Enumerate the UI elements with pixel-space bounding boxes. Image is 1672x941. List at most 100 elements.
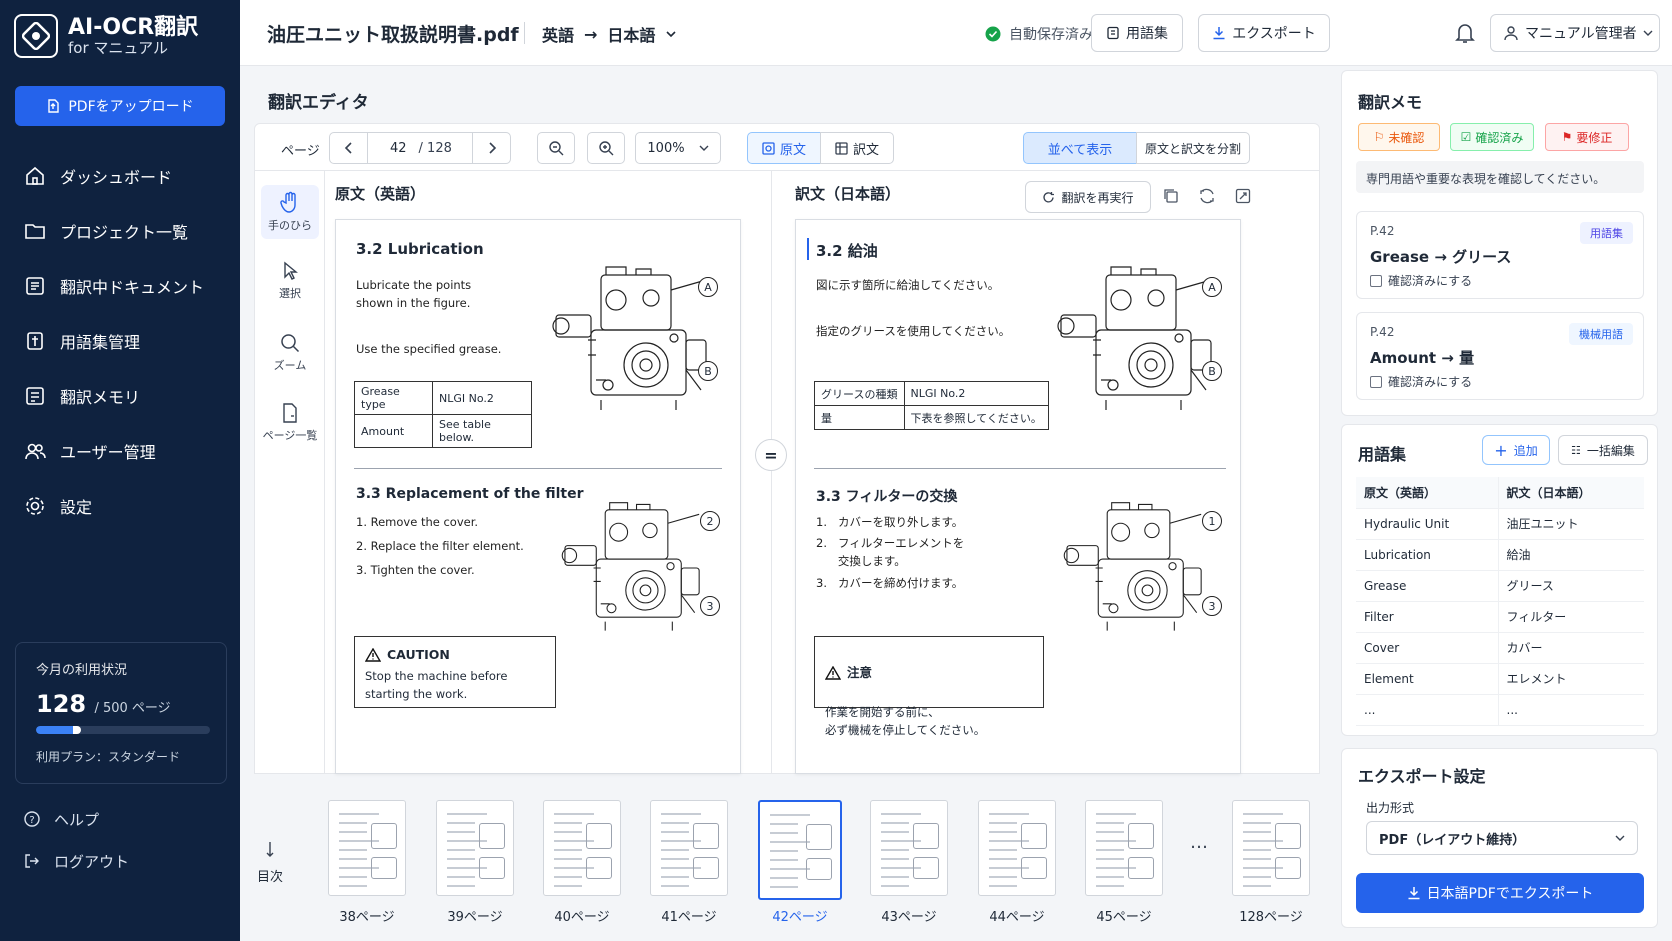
sidebar-item-memory[interactable]: 翻訳メモリ: [0, 368, 240, 423]
zoom-select[interactable]: 100%: [635, 132, 721, 164]
user-menu[interactable]: マニュアル管理者: [1490, 14, 1660, 52]
target-caution-box[interactable]: 注意 作業を開始する前に、 必ず機械を停止してください。: [814, 636, 1044, 737]
page-navigator: 42 / 128: [329, 132, 511, 164]
sidebar-item-documents[interactable]: 翻訳中ドキュメント: [0, 258, 240, 313]
callout-label: B: [1202, 361, 1222, 381]
filter-diagram: [1058, 488, 1228, 648]
table-row[interactable]: Lubrication 給油: [1356, 539, 1644, 571]
split-view-button[interactable]: 原文と訳文を分割: [1136, 132, 1250, 164]
editor-toolbar: ページ 42 / 128 100% 原文 訳文 並べて表示 原文と訳文を分割: [254, 123, 1320, 171]
target-page[interactable]: 3.2 給油 図に示す箇所に給油してください。 指定のグリースを使用してください…: [795, 219, 1241, 774]
thumbnail-page[interactable]: 43ページ: [870, 800, 948, 925]
target-paragraph[interactable]: 図に示す箇所に給油してください。: [816, 276, 999, 294]
target-step[interactable]: 3. カバーを締め付けます。: [816, 574, 963, 592]
usage-progress-fill: [36, 726, 81, 734]
hand-tool[interactable]: 手のひら: [261, 185, 319, 239]
view-target-toggle[interactable]: 訳文: [820, 132, 894, 164]
top-header: 油圧ユニット取扱説明書.pdf 英語 → 日本語 自動保存済み 10:24 用語…: [240, 0, 1672, 66]
toc-icon: [266, 840, 274, 860]
glossary-button[interactable]: 用語集: [1091, 14, 1183, 52]
sidebar-item-projects[interactable]: プロジェクト一覧: [0, 203, 240, 258]
export-title: エクスポート設定: [1358, 767, 1486, 786]
upload-icon: [46, 99, 60, 113]
thumbnail-page[interactable]: 39ページ: [436, 800, 514, 925]
thumbnail-page[interactable]: 38ページ: [328, 800, 406, 925]
export-japanese-pdf-button[interactable]: 日本語PDFでエクスポート: [1356, 873, 1644, 913]
table-row[interactable]: Filter フィルター: [1356, 601, 1644, 633]
thumbnail-image: [543, 800, 621, 896]
logout-link[interactable]: ログアウト: [0, 846, 240, 876]
sidebar-item-dashboard[interactable]: ダッシュボード: [0, 148, 240, 203]
retranslate-button[interactable]: 翻訳を再実行: [1025, 181, 1151, 213]
table-row[interactable]: Hydraulic Unit 油圧ユニット: [1356, 508, 1644, 540]
table-row[interactable]: Grease グリース: [1356, 570, 1644, 602]
zoom-in-button[interactable]: [587, 132, 625, 164]
thumbnail-page[interactable]: 44ページ: [978, 800, 1056, 925]
usage-limit: / 500 ページ: [94, 701, 171, 716]
callout-label: B: [698, 361, 718, 381]
source-paragraph: Use the specified grease.: [356, 342, 502, 356]
target-paragraph[interactable]: 指定のグリースを使用してください。: [816, 322, 1010, 340]
table-row[interactable]: Element エレメント: [1356, 663, 1644, 695]
sidebar-item-glossary[interactable]: 用語集管理: [0, 313, 240, 368]
prev-page-button[interactable]: [330, 133, 368, 163]
sync-scroll-button[interactable]: =: [755, 439, 787, 471]
view-source-toggle[interactable]: 原文: [747, 132, 821, 164]
format-select[interactable]: PDF（レイアウト維持）: [1366, 821, 1638, 855]
translation-memo-panel: 翻訳メモ ⚐ 未確認 ☑ 確認済み ⚑ 要修正 専門用語や重要な表現を確認してください…: [1341, 70, 1658, 416]
sidebar-item-users[interactable]: ユーザー管理: [0, 423, 240, 478]
thumbnail-page[interactable]: 40ページ: [543, 800, 621, 925]
thumbnail-page-active[interactable]: 42ページ: [758, 800, 842, 925]
warning-icon: [825, 665, 841, 680]
bell-icon[interactable]: [1455, 22, 1475, 44]
table-row[interactable]: Cover カバー: [1356, 632, 1644, 664]
target-step[interactable]: 1. カバーを取り外します。: [816, 513, 963, 531]
side-by-side-button[interactable]: 並べて表示: [1023, 132, 1137, 164]
pane-divider: [771, 171, 772, 774]
table-row[interactable]: ......: [1356, 694, 1644, 726]
upload-pdf-button[interactable]: PDFをアップロード: [15, 86, 225, 126]
bulk-edit-button[interactable]: ☷ 一括編集: [1558, 435, 1648, 465]
app-subtitle: for マニュアル: [68, 39, 168, 58]
hand-icon: [280, 191, 300, 213]
source-section-3-3: 3.3 Replacement of the filter: [356, 486, 584, 502]
memo-item[interactable]: P.42 機械用語 Amount → 量 確認済みにする: [1356, 312, 1644, 400]
app-logo[interactable]: AI-OCR翻訳 for マニュアル: [14, 14, 198, 58]
confirm-checkbox[interactable]: 確認済みにする: [1370, 272, 1472, 289]
more-pages-ellipsis[interactable]: …: [1190, 832, 1208, 853]
sync-icon[interactable]: [1199, 188, 1215, 204]
select-tool[interactable]: 選択: [255, 261, 325, 301]
page-current-input[interactable]: 42: [390, 141, 407, 156]
source-pane-title: 原文（英語）: [335, 185, 426, 203]
language-selector[interactable]: 英語 → 日本語: [542, 22, 677, 46]
target-section-3-3[interactable]: 3.3 フィルターの交換: [816, 486, 957, 506]
expand-icon[interactable]: [1235, 188, 1251, 204]
confirm-checkbox[interactable]: 確認済みにする: [1370, 373, 1472, 390]
toc-button[interactable]: 目次: [257, 840, 283, 885]
pages-tool[interactable]: ページ一覧: [255, 403, 325, 443]
table-icon: [835, 141, 848, 155]
thumbnail-page[interactable]: 45ページ: [1085, 800, 1163, 925]
help-icon: ?: [24, 811, 40, 827]
filter-confirmed-chip[interactable]: ☑ 確認済み: [1450, 123, 1534, 151]
book-icon: [24, 330, 46, 352]
zoom-tool[interactable]: ズーム: [255, 333, 325, 373]
logo-icon: [14, 14, 58, 58]
target-step[interactable]: 2. フィルターエレメントを 交換します。: [816, 534, 964, 571]
copy-icon[interactable]: [1163, 188, 1179, 204]
help-link[interactable]: ? ヘルプ: [0, 804, 240, 834]
thumbnail-page[interactable]: 41ページ: [650, 800, 728, 925]
sidebar-item-settings[interactable]: 設定: [0, 478, 240, 533]
target-section-3-2[interactable]: 3.2 給油: [816, 240, 878, 261]
export-button[interactable]: エクスポート: [1198, 14, 1330, 52]
chevron-down-icon: [1615, 833, 1625, 843]
zoom-out-button[interactable]: [537, 132, 575, 164]
filter-needs-fix-chip[interactable]: ⚑ 要修正: [1545, 123, 1629, 151]
source-page[interactable]: 3.2 Lubrication Lubricate the points sho…: [335, 219, 741, 774]
filter-unconfirmed-chip[interactable]: ⚐ 未確認: [1358, 123, 1440, 151]
memo-item[interactable]: P.42 用語集 Grease → グリース 確認済みにする: [1356, 211, 1644, 299]
next-page-button[interactable]: [472, 133, 510, 163]
add-term-button[interactable]: + 追加: [1482, 435, 1550, 465]
thumbnail-page[interactable]: 128ページ: [1232, 800, 1310, 925]
chevron-down-icon: [665, 28, 677, 40]
